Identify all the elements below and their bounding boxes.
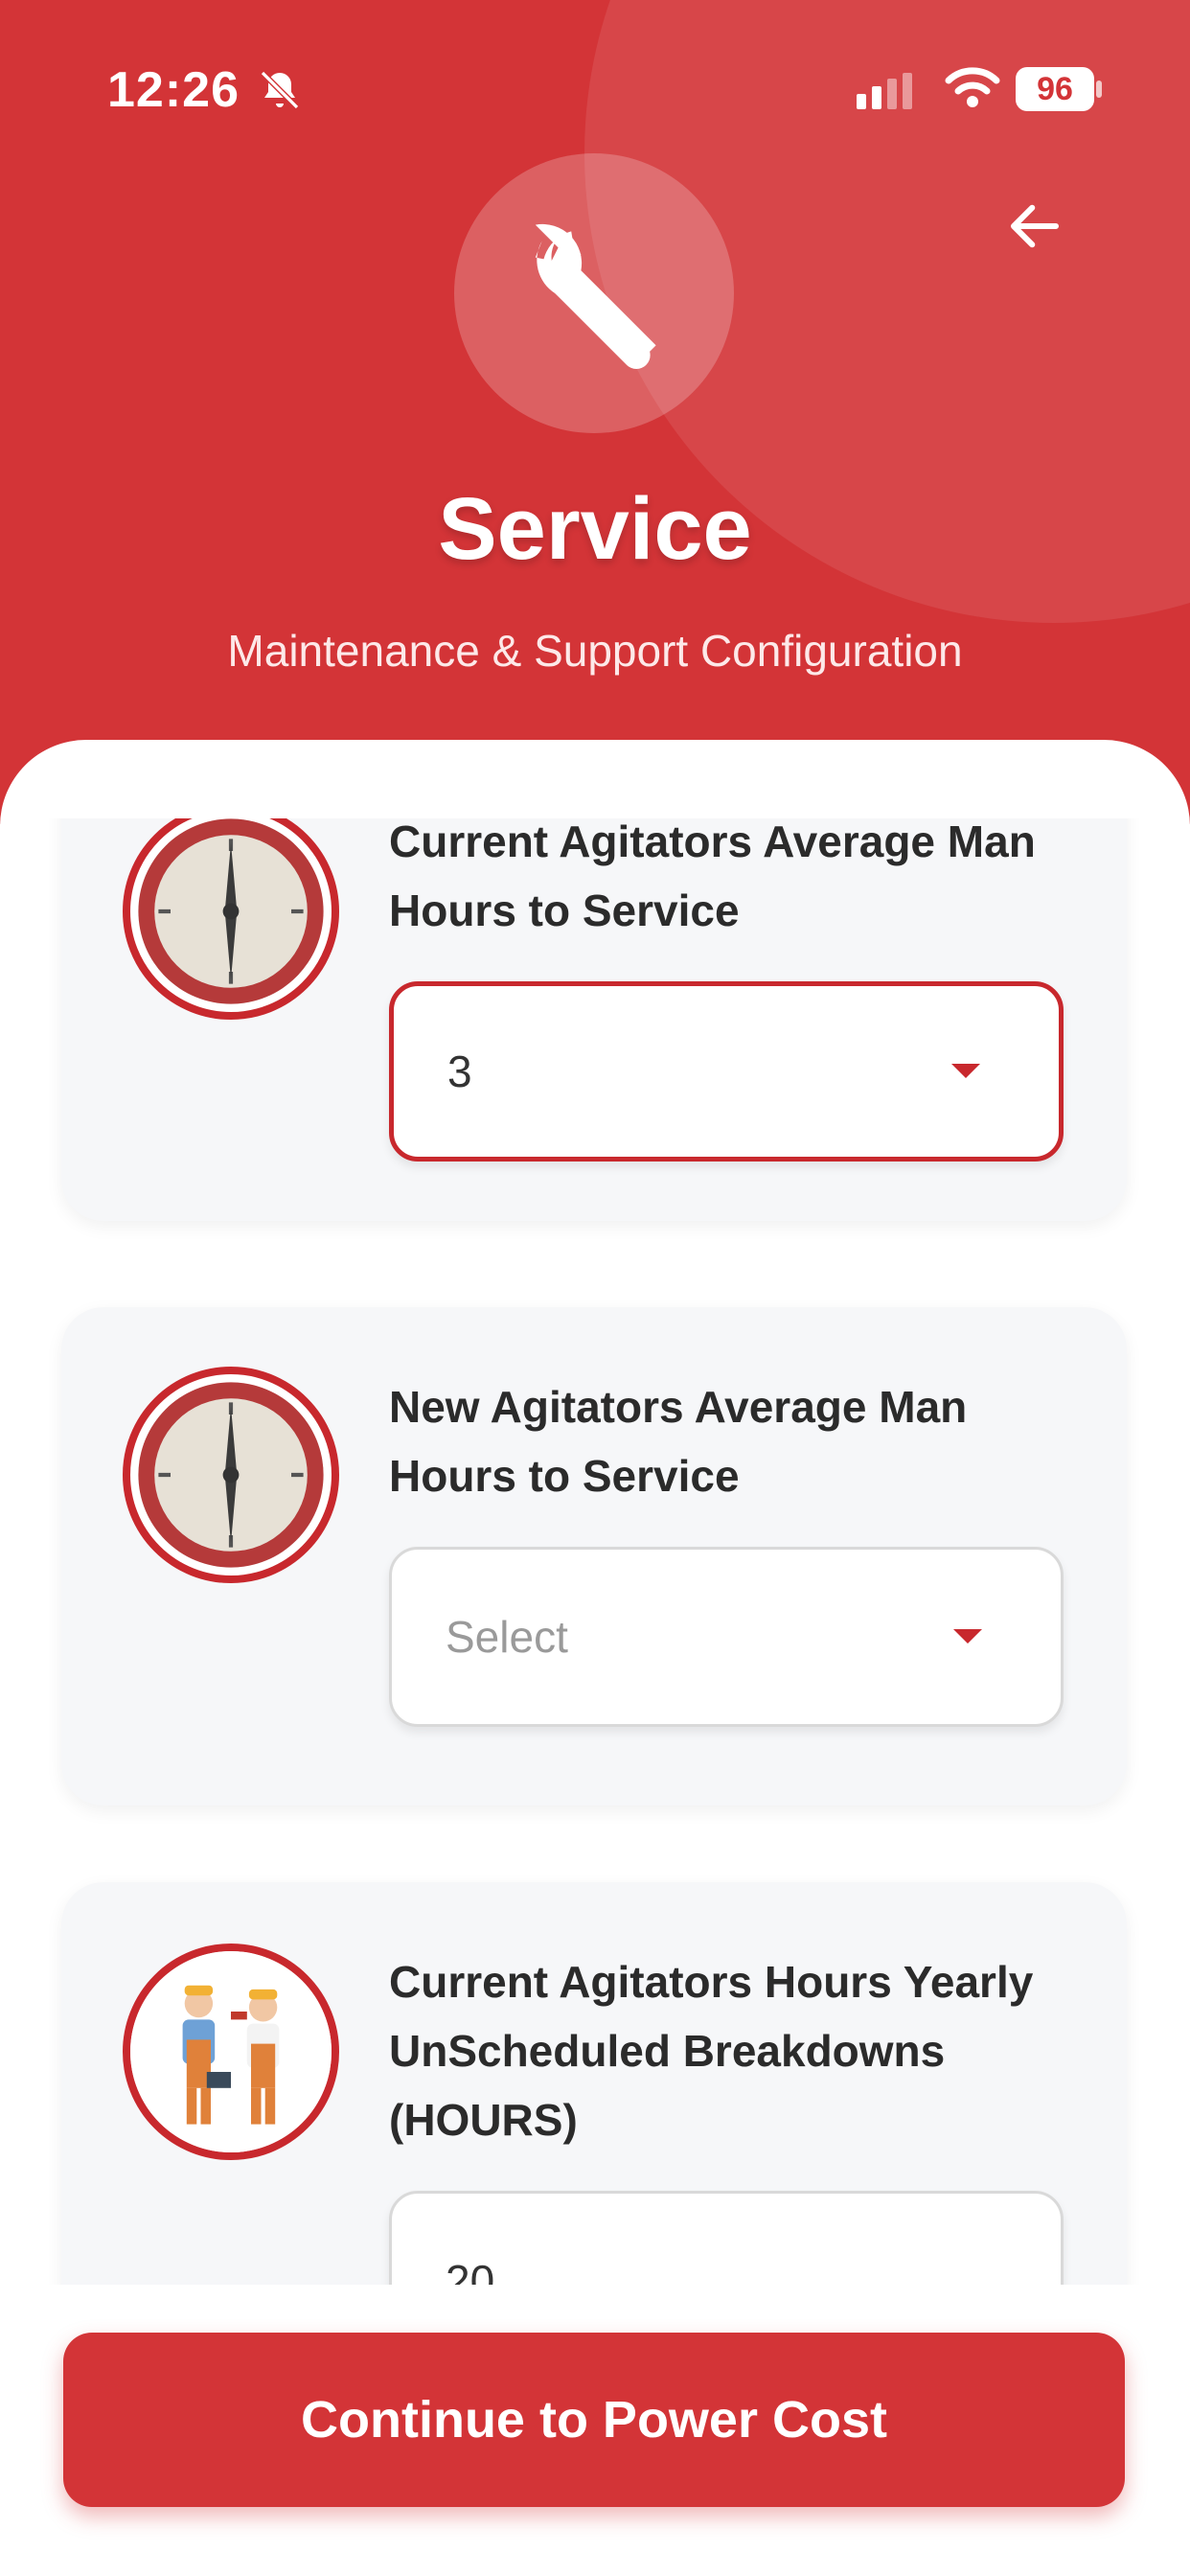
technicians-icon xyxy=(123,1944,339,2160)
caret-down-icon xyxy=(951,1064,980,1078)
continue-button[interactable]: Continue to Power Cost xyxy=(63,2333,1125,2507)
card-label: New Agitators Average Man Hours to Servi… xyxy=(389,1382,968,1501)
page-title: Service xyxy=(438,480,752,578)
signal-icon xyxy=(857,73,912,109)
battery-icon: 96 xyxy=(1016,67,1102,111)
man-hours-select[interactable]: 3 xyxy=(389,981,1064,1162)
wifi-icon xyxy=(945,67,1000,107)
battery-level: 96 xyxy=(1016,67,1094,111)
page-subtitle: Maintenance & Support Configuration xyxy=(227,626,963,676)
clock-icon xyxy=(123,1367,339,1583)
status-bar: 12:26 96 xyxy=(0,0,1190,172)
caret-down-icon xyxy=(953,1629,982,1644)
form-card-new-man-hours: New Agitators Average Man Hours to Servi… xyxy=(61,1307,1127,1806)
select-placeholder: Select xyxy=(446,1612,568,1662)
form-card-unscheduled-breakdowns: Current Agitators Hours Yearly UnSchedul… xyxy=(61,1882,1127,2285)
service-icon-badge xyxy=(454,153,734,433)
form-card-current-man-hours: Current Agitators Average Man Hours to S… xyxy=(61,818,1127,1221)
card-label: Current Agitators Average Man Hours to S… xyxy=(389,818,1036,935)
new-man-hours-select[interactable]: Select xyxy=(389,1547,1064,1727)
input-value: 20 xyxy=(446,2256,495,2285)
header: 12:26 96 Service Maintenance & Support C… xyxy=(0,0,1190,824)
status-time: 12:26 xyxy=(107,62,240,118)
service-screen: 12:26 96 Service Maintenance & Support C… xyxy=(0,0,1190,2576)
bell-off-icon xyxy=(260,70,300,110)
select-value: 3 xyxy=(447,1046,472,1096)
arrow-left-icon xyxy=(1010,204,1060,248)
card-label: Current Agitators Hours Yearly UnSchedul… xyxy=(389,1957,1034,2145)
form-scroll-area[interactable]: Current Agitators Average Man Hours to S… xyxy=(0,818,1190,2285)
clock-icon xyxy=(123,818,339,1020)
unscheduled-hours-input[interactable]: 20 xyxy=(389,2191,1064,2285)
back-button[interactable] xyxy=(996,188,1073,264)
wrench-icon xyxy=(535,223,656,370)
